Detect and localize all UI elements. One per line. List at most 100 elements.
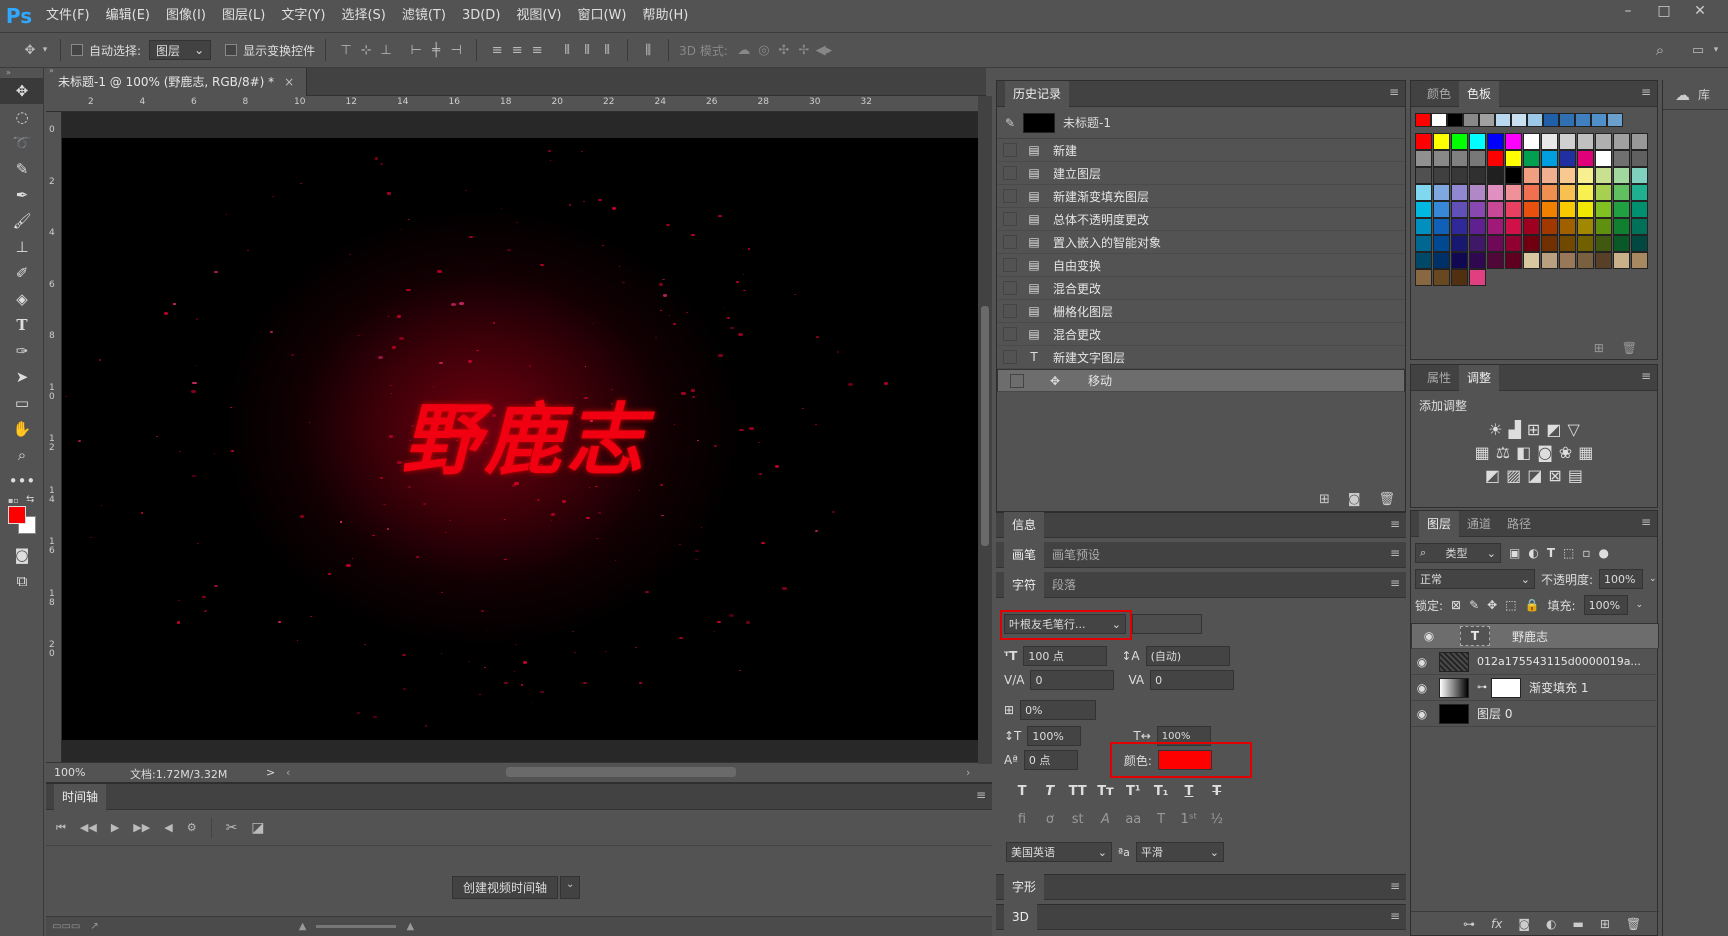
collapse-icon[interactable]: » [0, 68, 43, 78]
status-arrow-icon[interactable]: > [266, 766, 275, 779]
document-tab[interactable]: 未标题-1 @ 100% (野鹿志, RGB/8#) * × [46, 68, 308, 96]
swatch[interactable] [1613, 133, 1630, 150]
brush-tool-icon[interactable]: 🖌 [0, 208, 44, 234]
swatch[interactable] [1451, 201, 1468, 218]
swatch[interactable] [1451, 218, 1468, 235]
font-size-field[interactable]: 100 点 [1023, 646, 1108, 666]
swatch[interactable] [1595, 184, 1612, 201]
swatch[interactable] [1451, 133, 1468, 150]
swatch[interactable] [1631, 184, 1648, 201]
search-icon[interactable]: ⌕ [1650, 41, 1670, 59]
swatch[interactable] [1487, 184, 1504, 201]
baseline-field[interactable]: 0 点 [1023, 750, 1078, 770]
new-group-icon[interactable]: ▬ [1572, 917, 1583, 931]
history-checkbox[interactable] [1003, 304, 1017, 318]
auto-select-checkbox[interactable] [71, 44, 83, 56]
distribute-bottom-icon[interactable]: ≡ [527, 43, 547, 58]
settings-icon[interactable]: ⚙ [187, 821, 197, 834]
history-checkbox[interactable] [1003, 281, 1017, 295]
vertical-scrollbar[interactable] [978, 96, 992, 764]
lock-position-icon[interactable]: ✥ [1487, 598, 1497, 612]
new-swatch-icon[interactable]: ⊞ [1594, 341, 1604, 355]
foreground-color-swatch[interactable] [8, 506, 26, 524]
swatch[interactable] [1559, 133, 1576, 150]
zoom-in-icon[interactable]: ▲ [406, 921, 414, 932]
menu-item-6[interactable]: 滤镜(T) [394, 0, 454, 32]
workspace-icon[interactable]: ▭ [1688, 43, 1708, 58]
history-item[interactable]: ▤ 总体不透明度更改 [997, 208, 1405, 231]
swatch[interactable] [1505, 252, 1522, 269]
panel-menu-icon[interactable]: ≡ [1389, 85, 1399, 99]
tab-glyphs[interactable]: 字形 [1004, 874, 1045, 900]
swatch[interactable] [1487, 235, 1504, 252]
blend-mode-select[interactable]: 正常 ⌄ [1415, 569, 1535, 589]
move-tool-icon[interactable]: ✥ [0, 78, 44, 104]
tab-paths[interactable]: 路径 [1499, 511, 1539, 537]
swatch[interactable] [1595, 218, 1612, 235]
panel-menu-icon[interactable]: ≡ [1390, 576, 1400, 590]
fractions-icon[interactable]: ½ [1205, 812, 1229, 827]
layer-filter-select[interactable]: ⌕ 类型 ⌄ [1415, 543, 1501, 563]
swatch[interactable] [1631, 235, 1648, 252]
next-frame-icon[interactable]: ▶▶ [133, 821, 150, 834]
swatch[interactable] [1431, 113, 1447, 127]
history-item[interactable]: T 新建文字图层 [997, 346, 1405, 369]
titling-icon[interactable]: T [1149, 812, 1173, 827]
swatch[interactable] [1631, 201, 1648, 218]
swatch[interactable] [1487, 133, 1504, 150]
layer-row[interactable]: ◉ T 野鹿志 [1411, 623, 1659, 649]
maximize-button[interactable]: □ [1646, 0, 1682, 24]
swatch[interactable] [1469, 167, 1486, 184]
zoom-out-icon[interactable]: ▲ [299, 921, 307, 932]
swatch[interactable] [1523, 218, 1540, 235]
menu-item-9[interactable]: 窗口(W) [569, 0, 634, 32]
swatch[interactable] [1433, 269, 1450, 286]
small-caps-icon[interactable]: Tт [1093, 784, 1117, 799]
ligature-icon[interactable]: fi [1010, 812, 1034, 827]
swatch[interactable] [1505, 133, 1522, 150]
more-tools-icon[interactable]: ••• [0, 468, 44, 494]
swatch[interactable] [1541, 167, 1558, 184]
ordinals-icon[interactable]: 1ˢᵗ [1177, 812, 1201, 827]
history-snapshot[interactable]: ✎ 未标题-1 [997, 107, 1405, 139]
hue-sat-icon[interactable]: ▦ [1475, 443, 1490, 462]
swatch[interactable] [1559, 218, 1576, 235]
leading-field[interactable]: (自动) [1145, 646, 1230, 666]
all-caps-icon[interactable]: TT [1066, 784, 1090, 799]
swatch[interactable] [1595, 235, 1612, 252]
slide3d-icon[interactable]: ✢ [794, 43, 814, 58]
history-item[interactable]: ▤ 混合更改 [997, 277, 1405, 300]
first-frame-icon[interactable]: ⏮ [56, 821, 66, 835]
marquee-tool-icon[interactable]: ◌ [0, 104, 44, 130]
trash-icon[interactable]: 🗑 [1378, 492, 1395, 507]
minimize-button[interactable]: – [1610, 0, 1646, 24]
brightness-icon[interactable]: ☀ [1488, 420, 1502, 439]
swatch[interactable] [1595, 133, 1612, 150]
show-transform-checkbox[interactable] [225, 44, 238, 56]
menu-item-7[interactable]: 3D(D) [454, 0, 508, 32]
swatch[interactable] [1523, 150, 1540, 167]
swatch[interactable] [1613, 235, 1630, 252]
menu-item-1[interactable]: 编辑(E) [98, 0, 158, 32]
gradient-tool-icon[interactable]: ◈ [0, 286, 44, 312]
default-colors-icon[interactable]: ▪▫ [8, 496, 19, 505]
panel-menu-icon[interactable]: ≡ [1641, 85, 1651, 99]
underline-icon[interactable]: T [1177, 784, 1201, 799]
libraries-button[interactable]: ☁ 库 [1663, 80, 1728, 110]
swatch[interactable] [1433, 252, 1450, 269]
trash-icon[interactable]: 🗑 [1626, 917, 1641, 931]
tab-info[interactable]: 信息 [1004, 512, 1045, 538]
history-checkbox[interactable] [1010, 373, 1024, 388]
distribute-vcenter-icon[interactable]: ≡ [507, 43, 527, 58]
scroll-left-icon[interactable]: ‹ [286, 766, 290, 779]
history-item[interactable]: ▤ 置入嵌入的智能对象 [997, 231, 1405, 254]
font-style-select[interactable] [1132, 614, 1202, 634]
layer-name[interactable]: 012a175543115d0000019a... [1477, 655, 1641, 668]
auto-select-dropdown[interactable]: 图层 ⌄ [149, 40, 212, 60]
menu-item-4[interactable]: 文字(Y) [273, 0, 333, 32]
chevron-down-icon[interactable]: ⌄ [1636, 600, 1644, 610]
invert-icon[interactable]: ◩ [1485, 466, 1500, 485]
zoom-tool-icon[interactable]: ⌕ [0, 442, 44, 468]
swatch[interactable] [1511, 113, 1527, 127]
swatch[interactable] [1523, 235, 1540, 252]
